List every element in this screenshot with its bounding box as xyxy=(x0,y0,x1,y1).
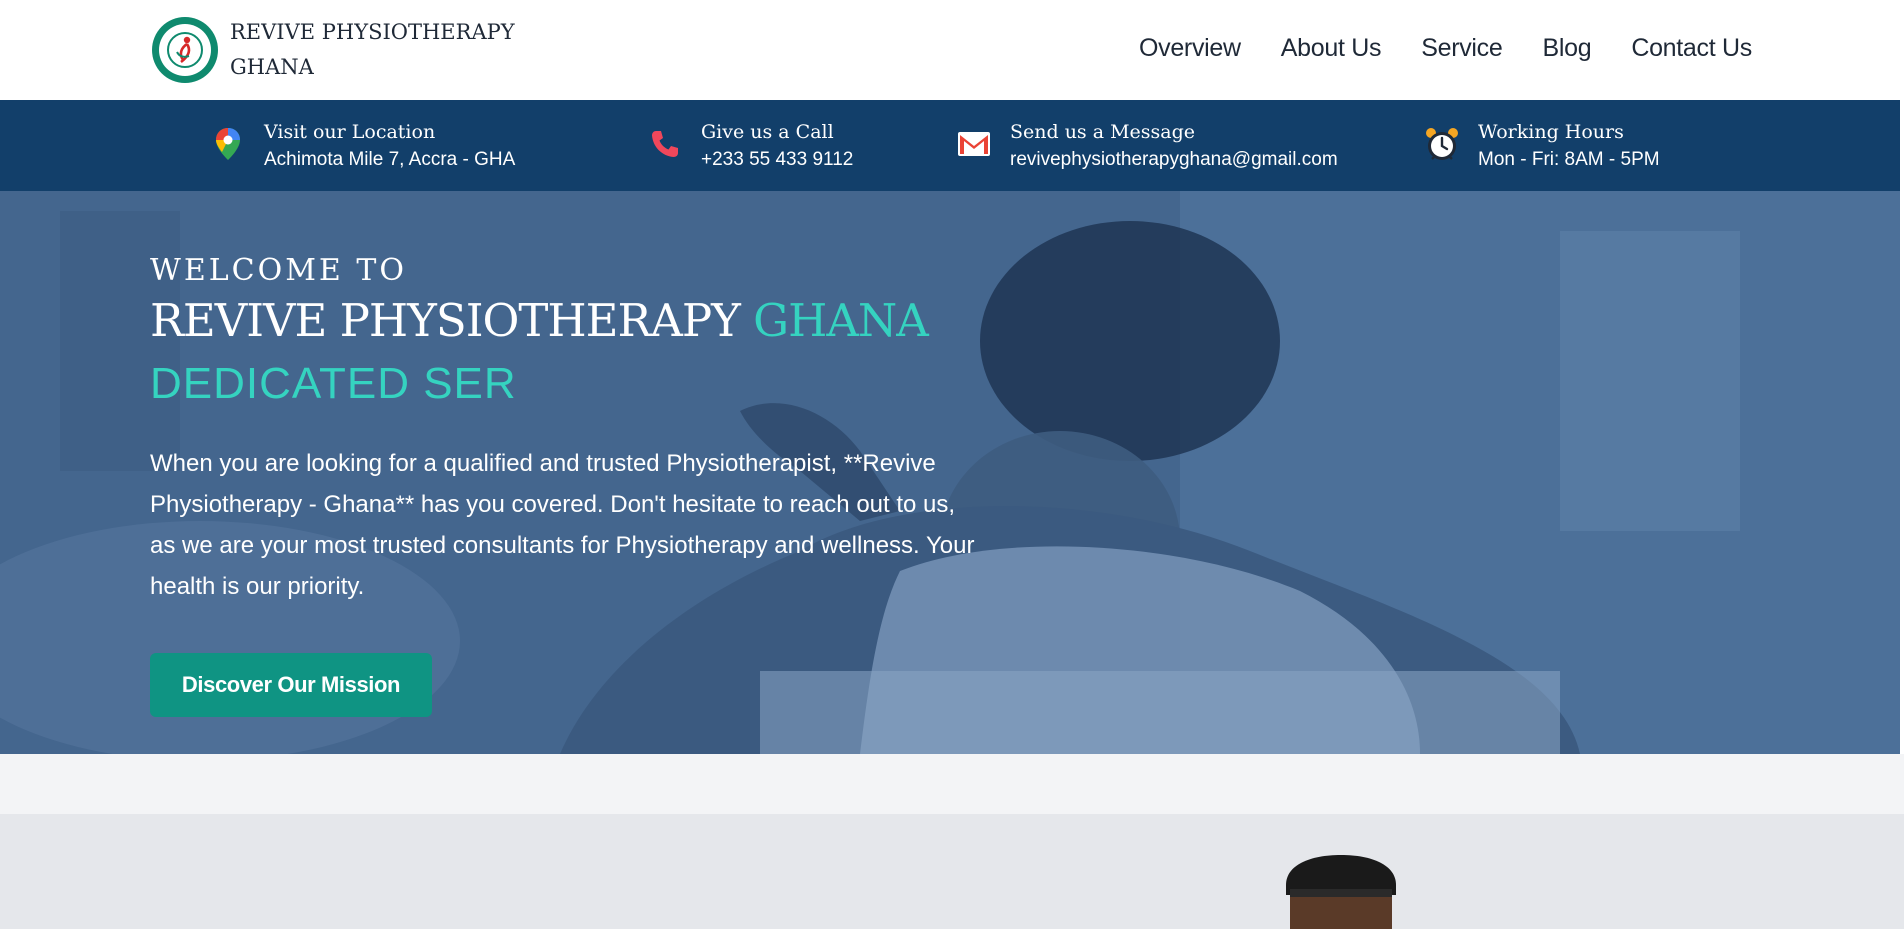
phone-icon xyxy=(647,126,683,162)
info-email: Send us a Message revivephysiotherapygha… xyxy=(956,118,1338,174)
info-hours-value: Mon - Fri: 8AM - 5PM xyxy=(1478,149,1660,170)
logo-icon xyxy=(152,17,218,83)
nav-blog[interactable]: Blog xyxy=(1542,34,1591,63)
hero-description: When you are looking for a qualified and… xyxy=(150,450,975,600)
hero-title: REVIVE PHYSIOTHERAPY GHANA xyxy=(150,294,980,347)
info-hours-title: Working Hours xyxy=(1478,121,1624,143)
contact-info-bar: Visit our Location Achimota Mile 7, Accr… xyxy=(0,100,1900,191)
info-email-value[interactable]: revivephysiotherapyghana@gmail.com xyxy=(1010,146,1338,174)
discover-mission-button[interactable]: Discover Our Mission xyxy=(150,653,432,717)
hero-title-main: REVIVE PHYSIOTHERAPY xyxy=(150,294,741,347)
brand-link[interactable]: REVIVE PHYSIOTHERAPY GHANA xyxy=(152,15,530,85)
alarm-clock-icon xyxy=(1424,126,1460,162)
site-header: REVIVE PHYSIOTHERAPY GHANA Overview Abou… xyxy=(0,0,1904,100)
hero-title-accent: GHANA xyxy=(753,294,929,347)
section-divider xyxy=(0,754,1904,814)
main-nav: Overview About Us Service Blog Contact U… xyxy=(1139,34,1752,63)
about-section xyxy=(0,814,1904,929)
info-phone: Give us a Call +233 55 433 9112 xyxy=(647,118,853,174)
mail-icon xyxy=(956,126,992,162)
brand-name-line-2: GHANA xyxy=(230,55,314,79)
hero-welcome: WELCOME TO xyxy=(150,253,407,288)
map-pin-icon xyxy=(210,126,246,162)
nav-about-us[interactable]: About Us xyxy=(1281,34,1382,63)
nav-overview[interactable]: Overview xyxy=(1139,34,1241,63)
brand-name: REVIVE PHYSIOTHERAPY GHANA xyxy=(230,15,530,85)
info-email-title: Send us a Message xyxy=(1010,121,1196,143)
info-location: Visit our Location Achimota Mile 7, Accr… xyxy=(210,118,515,174)
hero-typed-text: DEDICATED SER xyxy=(150,359,517,408)
hero-content: WELCOME TO REVIVE PHYSIOTHERAPY GHANA DE… xyxy=(150,253,980,717)
brand-name-line-1: REVIVE PHYSIOTHERAPY xyxy=(230,20,515,44)
nav-service[interactable]: Service xyxy=(1421,34,1503,63)
info-phone-value[interactable]: +233 55 433 9112 xyxy=(701,146,853,174)
info-phone-title: Give us a Call xyxy=(701,121,834,143)
info-hours: Working Hours Mon - Fri: 8AM - 5PM xyxy=(1424,118,1660,174)
team-member-photo xyxy=(1280,855,1402,929)
hero-section: WELCOME TO REVIVE PHYSIOTHERAPY GHANA DE… xyxy=(0,191,1900,754)
info-location-title: Visit our Location xyxy=(264,121,436,143)
info-location-value: Achimota Mile 7, Accra - GHA xyxy=(264,149,516,170)
nav-contact-us[interactable]: Contact Us xyxy=(1631,34,1752,63)
